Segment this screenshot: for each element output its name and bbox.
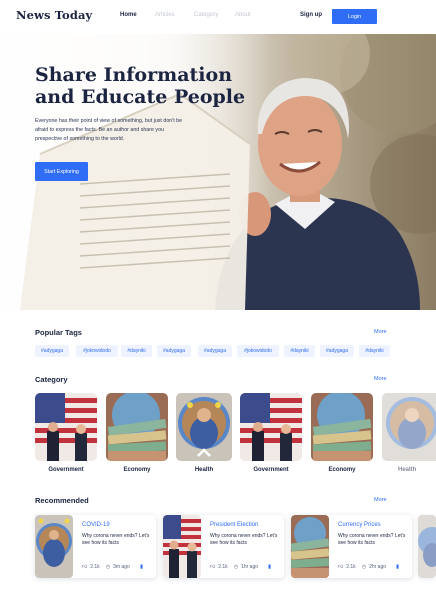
category-title: Category <box>35 375 68 384</box>
thumb-up-icon[interactable]: 👍︎ <box>338 564 343 570</box>
recommended-card-meta: 👍︎ 2.1k ◷ 1hr ago <box>210 564 259 570</box>
tag-chip[interactable]: #dayniki <box>121 345 152 357</box>
site-logo[interactable]: News Today <box>16 8 92 22</box>
clock-icon: ◷ <box>361 564 367 570</box>
category-card-economy[interactable]: Economy <box>106 393 168 473</box>
recommended-card-desc: Why corona never ends? Let's see how its… <box>82 533 150 546</box>
signup-link[interactable]: Sign up <box>300 12 322 18</box>
tag-chip[interactable]: #jokowidodo <box>76 345 118 357</box>
start-exploring-button[interactable]: Start Exploring <box>35 162 88 181</box>
recommended-card-covid[interactable]: COVID-19 Why corona never ends? Let's se… <box>35 515 156 578</box>
category-card-health[interactable]: Health <box>176 393 232 473</box>
recommended-card-meta: 👍︎ 2.1k ◷ 2hr ago <box>338 564 387 570</box>
hero-description: Everyone has their point of view of some… <box>35 118 183 142</box>
tag-chip[interactable]: #dayniki <box>284 345 315 357</box>
recommended-card-currency[interactable]: Currency Prices Why corona never ends? L… <box>291 515 412 578</box>
category-thumb <box>311 393 373 461</box>
recommended-card-meta: 👍︎ 2.1k ◷ 3m ago <box>82 564 130 570</box>
recommended-more-link[interactable]: More <box>374 497 387 503</box>
tag-chip[interactable]: #adygaga <box>320 345 354 357</box>
recommended-thumb <box>291 515 329 578</box>
nav-about[interactable]: About <box>235 12 251 18</box>
category-thumb <box>176 393 232 461</box>
recommended-card-election[interactable]: President Election Why corona never ends… <box>163 515 284 578</box>
category-card-health[interactable]: Health <box>382 393 436 473</box>
nav-category[interactable]: Category <box>194 12 218 18</box>
recommended-card-title[interactable]: President Election <box>210 522 258 528</box>
tag-chip[interactable]: #dayniki <box>359 345 390 357</box>
thumb-up-icon[interactable]: 👍︎ <box>82 564 87 570</box>
recommended-thumb <box>163 515 201 578</box>
recommended-card-title[interactable]: COVID-19 <box>82 522 110 528</box>
category-thumb <box>35 393 97 461</box>
popular-tags-title: Popular Tags <box>35 328 82 337</box>
category-card-government[interactable]: Government <box>35 393 97 473</box>
hero-banner: Share Information and Educate People Eve… <box>0 34 436 310</box>
recommended-thumb <box>418 515 436 578</box>
recommended-card-partial[interactable] <box>418 515 436 578</box>
top-navbar: News Today Home Articles Category About … <box>0 0 436 34</box>
tags-more-link[interactable]: More <box>374 329 387 335</box>
category-card-government[interactable]: Government <box>240 393 302 473</box>
tag-chip[interactable]: #adygaga <box>157 345 191 357</box>
category-thumb <box>106 393 168 461</box>
recommended-thumb <box>35 515 73 578</box>
nav-home[interactable]: Home <box>120 12 137 18</box>
category-card-economy[interactable]: Economy <box>311 393 373 473</box>
category-more-link[interactable]: More <box>374 376 387 382</box>
tag-chip[interactable]: #adygaga <box>35 345 69 357</box>
category-thumb <box>240 393 302 461</box>
nav-articles[interactable]: Articles <box>155 12 175 18</box>
clock-icon: ◷ <box>233 564 239 570</box>
category-thumb <box>382 393 436 461</box>
tag-chip[interactable]: #adygaga <box>198 345 232 357</box>
bookmark-icon[interactable]: ▮ <box>268 564 271 570</box>
bookmark-icon[interactable]: ▮ <box>140 564 143 570</box>
recommended-title: Recommended <box>35 496 89 505</box>
bookmark-icon[interactable]: ▮ <box>396 564 399 570</box>
recommended-card-title[interactable]: Currency Prices <box>338 522 381 528</box>
login-button[interactable]: Login <box>332 9 377 24</box>
tag-chip[interactable]: #jokowidodo <box>237 345 279 357</box>
thumb-up-icon[interactable]: 👍︎ <box>210 564 215 570</box>
clock-icon: ◷ <box>105 564 111 570</box>
recommended-card-desc: Why corona never ends? Let's see how its… <box>210 533 278 546</box>
recommended-card-desc: Why corona never ends? Let's see how its… <box>338 533 406 546</box>
hero-title: Share Information and Educate People <box>35 64 246 108</box>
